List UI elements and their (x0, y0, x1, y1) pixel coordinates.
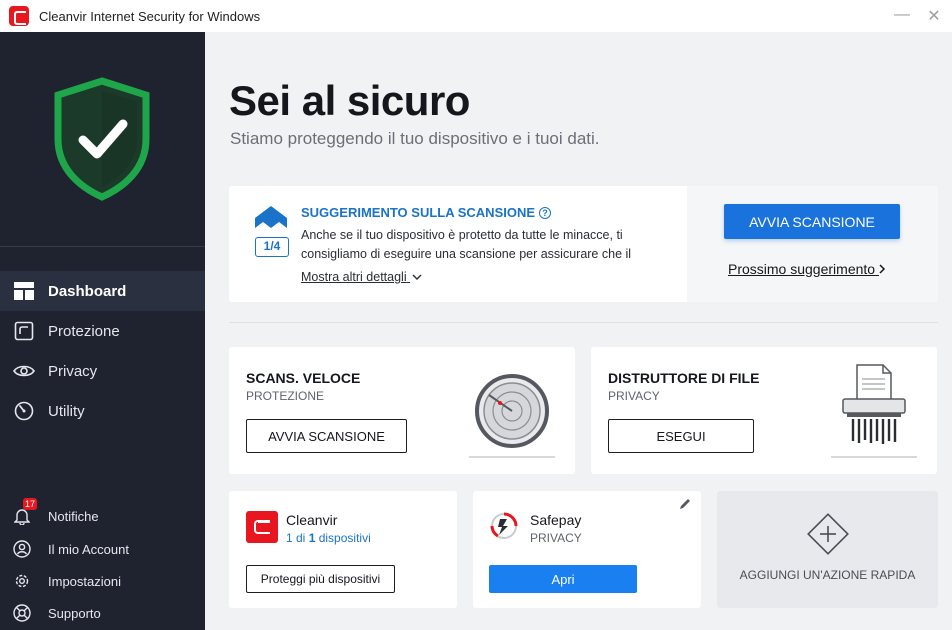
add-quick-action-label: AGGIUNGI UN'AZIONE RAPIDA (739, 568, 916, 582)
show-more-link[interactable]: Mostra altri dettagli (301, 270, 422, 284)
file-shredder-card: DISTRUTTORE DI FILE PRIVACY ESEGUI (591, 347, 937, 474)
safepay-card: Safepay PRIVACY Apri (473, 491, 701, 608)
gauge-icon (12, 399, 36, 423)
sidebar-item-label: Protezione (48, 322, 120, 340)
sidebar-item-label: Il mio Account (48, 541, 129, 557)
help-icon (12, 603, 32, 623)
shield-check-icon (54, 77, 150, 201)
sidebar-item-supporto[interactable]: Supporto (0, 598, 205, 628)
devices-link[interactable]: 1 di 1 dispositivi (286, 531, 371, 545)
shredder-icon (831, 364, 917, 458)
sidebar-item-privacy[interactable]: Privacy (0, 351, 205, 391)
user-icon (12, 539, 32, 559)
bell-icon: 17 (12, 498, 38, 526)
dashboard-icon (12, 279, 36, 303)
app-logo (9, 6, 29, 26)
card-subtitle: PRIVACY (608, 389, 660, 403)
protection-icon (12, 319, 36, 343)
sidebar-item-label: Dashboard (48, 282, 127, 300)
window-controls: — ✕ (894, 6, 942, 26)
tip-title: SUGGERIMENTO SULLA SCANSIONE ? (301, 205, 552, 220)
sidebar-item-dashboard[interactable]: Dashboard (0, 271, 205, 311)
radar-icon (469, 374, 555, 458)
question-icon[interactable]: ? (539, 206, 552, 219)
tip-body: Anche se il tuo dispositivo è protetto d… (301, 228, 632, 261)
add-quick-action-card[interactable]: AGGIUNGI UN'AZIONE RAPIDA (717, 491, 938, 608)
section-divider (229, 322, 938, 323)
notification-badge: 17 (23, 498, 38, 510)
quick-scan-button[interactable]: AVVIA SCANSIONE (246, 419, 407, 453)
cleanvir-card: Cleanvir 1 di 1 dispositivi Proteggi più… (229, 491, 457, 608)
minimize-icon[interactable]: — (894, 6, 910, 26)
card-title: SCANS. VELOCE (246, 370, 361, 386)
main-content: Sei al sicuro Stiamo proteggendo il tuo … (205, 32, 952, 630)
gear-icon (12, 571, 32, 591)
sidebar-item-account[interactable]: Il mio Account (0, 534, 205, 564)
page-subtitle: Stiamo proteggendo il tuo dispositivo e … (230, 129, 600, 148)
scan-tip-icon (255, 206, 287, 228)
chevron-right-icon (879, 264, 886, 274)
quick-scan-card: SCANS. VELOCE PROTEZIONE AVVIA SCANSIONE (229, 347, 575, 474)
window-title: Cleanvir Internet Security for Windows (39, 8, 261, 24)
card-title: DISTRUTTORE DI FILE (608, 370, 760, 386)
devices-prefix: 1 di (286, 531, 309, 545)
sidebar-item-label: Privacy (48, 362, 98, 380)
sidebar-item-label: Supporto (48, 605, 101, 621)
card-title: Safepay (530, 512, 582, 528)
sidebar-item-label: Notifiche (48, 508, 99, 524)
devices-suffix: dispositivi (315, 531, 371, 545)
edit-icon[interactable] (678, 497, 692, 511)
sidebar: Dashboard Protezione Privacy Utility 17 … (0, 32, 205, 630)
safepay-open-button[interactable]: Apri (489, 565, 637, 593)
sidebar-item-utility[interactable]: Utility (0, 391, 205, 431)
sidebar-item-impostazioni[interactable]: Impostazioni (0, 566, 205, 596)
scan-tip-card: 1/4 SUGGERIMENTO SULLA SCANSIONE ? Anche… (229, 186, 938, 302)
cleanvir-logo-icon (246, 511, 278, 543)
next-tip-label: Prossimo suggerimento (728, 261, 876, 277)
tip-title-text: SUGGERIMENTO SULLA SCANSIONE (301, 205, 536, 220)
sidebar-item-label: Impostazioni (48, 573, 121, 589)
eye-icon (12, 359, 36, 383)
card-title: Cleanvir (286, 512, 338, 528)
sidebar-item-label: Utility (48, 402, 85, 420)
close-icon[interactable]: ✕ (926, 6, 942, 26)
show-more-label: Mostra altri dettagli (301, 270, 407, 284)
sidebar-divider (0, 246, 205, 247)
add-diamond-icon (807, 513, 849, 555)
card-subtitle: PROTEZIONE (246, 389, 325, 403)
page-title: Sei al sicuro (229, 77, 470, 124)
chevron-down-icon (412, 274, 422, 280)
next-tip-link[interactable]: Prossimo suggerimento (728, 261, 886, 277)
shredder-run-button[interactable]: ESEGUI (608, 419, 754, 453)
card-subtitle: PRIVACY (530, 531, 582, 545)
protect-more-devices-button[interactable]: Proteggi più dispositivi (246, 565, 395, 593)
sidebar-item-protezione[interactable]: Protezione (0, 311, 205, 351)
safepay-icon (490, 512, 518, 539)
sidebar-item-notifiche[interactable]: 17 Notifiche (0, 498, 205, 531)
title-bar: Cleanvir Internet Security for Windows —… (0, 0, 952, 32)
start-scan-button[interactable]: AVVIA SCANSIONE (724, 204, 900, 239)
tip-counter: 1/4 (255, 237, 289, 257)
